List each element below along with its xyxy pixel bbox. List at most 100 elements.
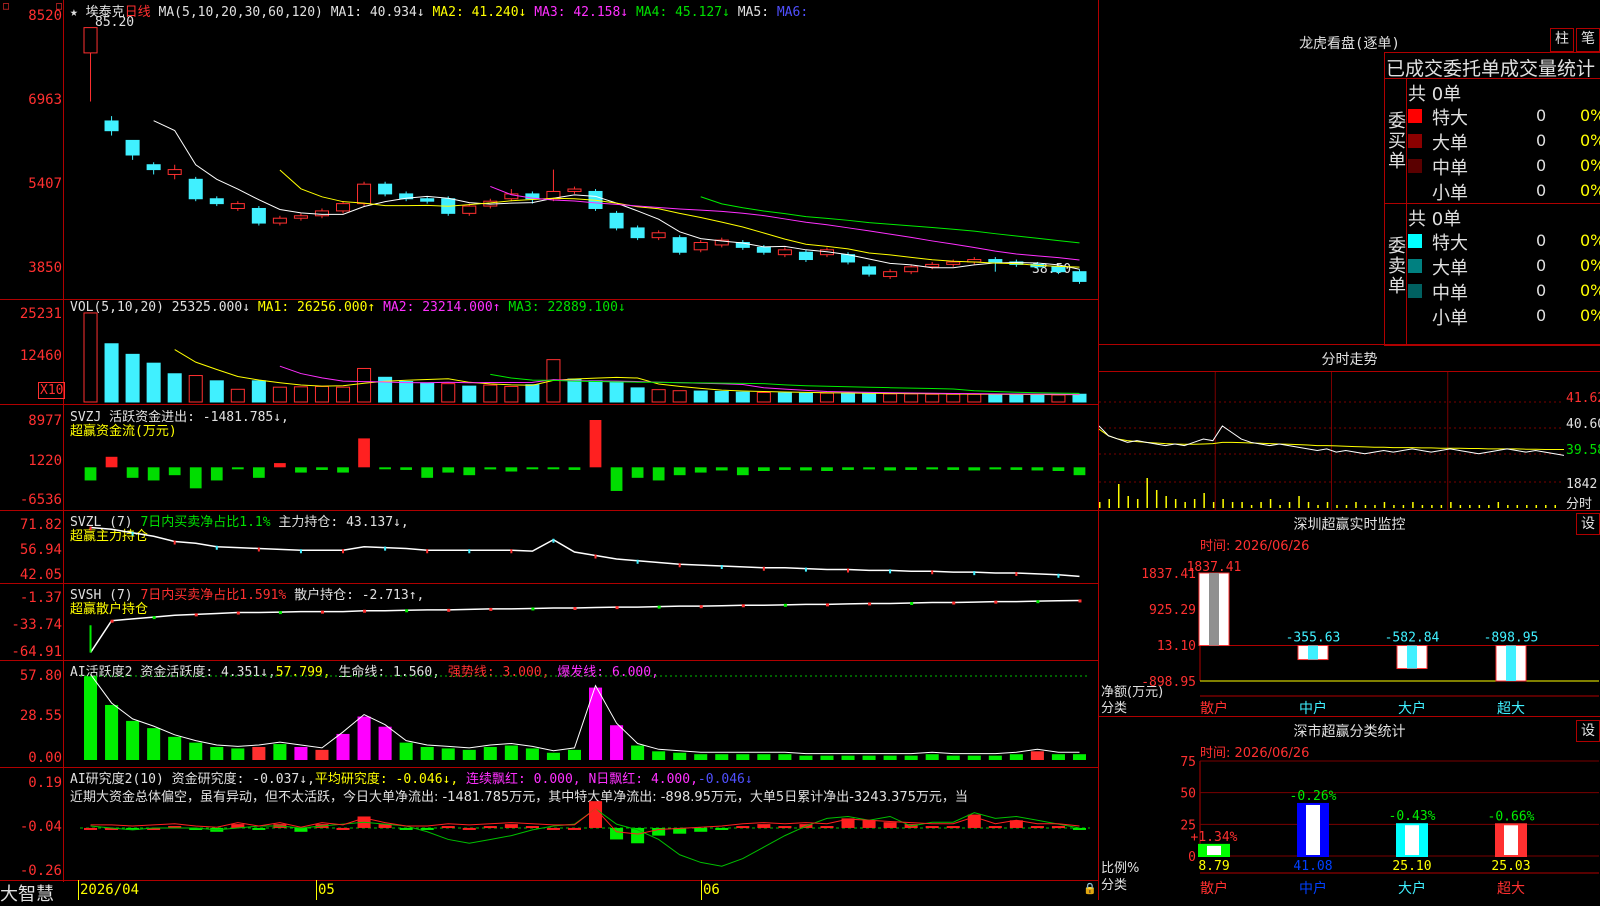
chart-area[interactable]: ★ 埃泰克日线 MA(5,10,20,30,60,120) MA1: 40.93… [0, 0, 1099, 905]
legend-swatch [1408, 109, 1422, 123]
volume-bar [293, 386, 308, 403]
monitor-bar-stripe [1407, 645, 1417, 669]
divider [1384, 78, 1600, 79]
volume-bar [483, 384, 498, 403]
volume-bar [251, 380, 266, 403]
order-size-label: 大单 [1432, 133, 1468, 154]
volume-bar [819, 392, 835, 403]
svzl-tick [299, 549, 302, 554]
order-count: 0 [1536, 306, 1547, 325]
ai-bar [315, 749, 329, 760]
svsh-tick [236, 611, 240, 615]
svsh-tick [489, 607, 493, 611]
candle [314, 210, 330, 217]
buy-total: 共 0单 [1408, 80, 1598, 105]
ai2-bar [546, 827, 560, 830]
svzl-tick [636, 559, 639, 564]
monitor-ytick: 13.10 [1157, 639, 1196, 654]
monitor-value-label: 1837.41 [1187, 560, 1242, 575]
svzj-bar [252, 467, 265, 478]
svzj-bar [673, 467, 686, 476]
buy-row: 中单 0 0% [1408, 154, 1600, 179]
ai-bar [631, 745, 645, 760]
stats-bar-stripe [1298, 803, 1306, 856]
ai2-bar [736, 826, 750, 829]
svzj-bar [168, 467, 181, 476]
order-percent: 0% [1580, 156, 1600, 175]
xaxis-label: 2026/04 [80, 882, 140, 898]
intraday-volume-bar [1516, 505, 1519, 508]
volume-bar [1072, 393, 1087, 403]
intraday-volume-bar [1127, 496, 1129, 508]
svzj-bar [126, 467, 139, 478]
ai-bar [1072, 754, 1087, 760]
order-percent: 0% [1580, 181, 1600, 200]
svsh-tick [278, 611, 282, 615]
order-count: 0 [1536, 106, 1547, 125]
volume-bar [567, 378, 582, 403]
svzj-bar [800, 467, 812, 471]
intraday-chart[interactable] [1099, 372, 1564, 510]
stats-bar-stripe [1419, 824, 1427, 856]
xaxis-tick [78, 880, 79, 900]
candle [798, 251, 813, 261]
sell-row: 特大 0 0% [1408, 229, 1600, 254]
intraday-volume-bar [1431, 505, 1433, 508]
intraday-volume-bar [1155, 490, 1158, 508]
stats-bar-stripe [1221, 844, 1229, 856]
intraday-volume-bar [1364, 505, 1367, 508]
indicator-charts [80, 27, 1090, 867]
ai-bar [799, 755, 813, 760]
sz-stats-settings-button[interactable]: 设 [1576, 720, 1600, 742]
svzl-tick [510, 549, 513, 554]
intraday-volume-bar [1250, 505, 1253, 508]
candle [293, 215, 308, 219]
svsh-line [89, 599, 1080, 653]
svzl-tick [889, 569, 892, 574]
intraday-volume-bar [1402, 505, 1405, 508]
svzj-bar [652, 467, 665, 481]
volume-bar [504, 385, 519, 403]
svsh-tick [531, 607, 535, 611]
ai-bar [610, 725, 624, 760]
lock-icon[interactable]: 🔒 [1083, 882, 1097, 895]
intraday-volume-bar [1099, 502, 1101, 508]
intraday-volume-bar [1355, 502, 1357, 508]
ai2-bar [462, 827, 476, 830]
svzl-tick [257, 547, 260, 552]
ai-bar [778, 754, 792, 760]
intraday-volume-bar [1212, 502, 1215, 508]
intraday-volume-bar [1317, 505, 1319, 508]
intraday-volume-bar [1231, 502, 1234, 508]
svzj-bar [505, 467, 518, 472]
tick-mode-button[interactable]: 笔 [1576, 28, 1600, 52]
intraday-volume-bar [1136, 499, 1139, 508]
candle [946, 261, 961, 265]
svzl-line [90, 526, 1080, 578]
volume-bar [209, 380, 224, 403]
ai2-bar [567, 827, 582, 830]
ai-bar [988, 755, 1002, 760]
svzj-bar [947, 467, 960, 470]
order-percent: 0% [1580, 306, 1600, 325]
svsh-tick [825, 603, 829, 607]
intraday-volume-bar [1412, 502, 1414, 508]
intraday-volume-bar [1203, 493, 1205, 508]
candle [904, 266, 919, 273]
svzl-tick [720, 565, 723, 569]
monitor-category-label: 散户 [1200, 700, 1228, 715]
ai-bar [736, 754, 750, 760]
buy-total-text: 共 0单 [1408, 84, 1462, 105]
sz-monitor-xlabel: 分类 [1101, 701, 1128, 716]
bar-mode-button[interactable]: 柱 [1550, 28, 1574, 52]
ai-bar [462, 749, 476, 760]
svzj-bar [694, 467, 707, 473]
sz-monitor-settings-button[interactable]: 设 [1576, 513, 1600, 535]
legend-swatch [1408, 284, 1422, 298]
intraday-ytick: 40.60 [1566, 417, 1600, 432]
candle [357, 183, 372, 205]
ai2-bar [715, 827, 729, 830]
volume-bar [967, 393, 982, 403]
candle [104, 120, 119, 132]
ai-bar [1030, 751, 1044, 760]
